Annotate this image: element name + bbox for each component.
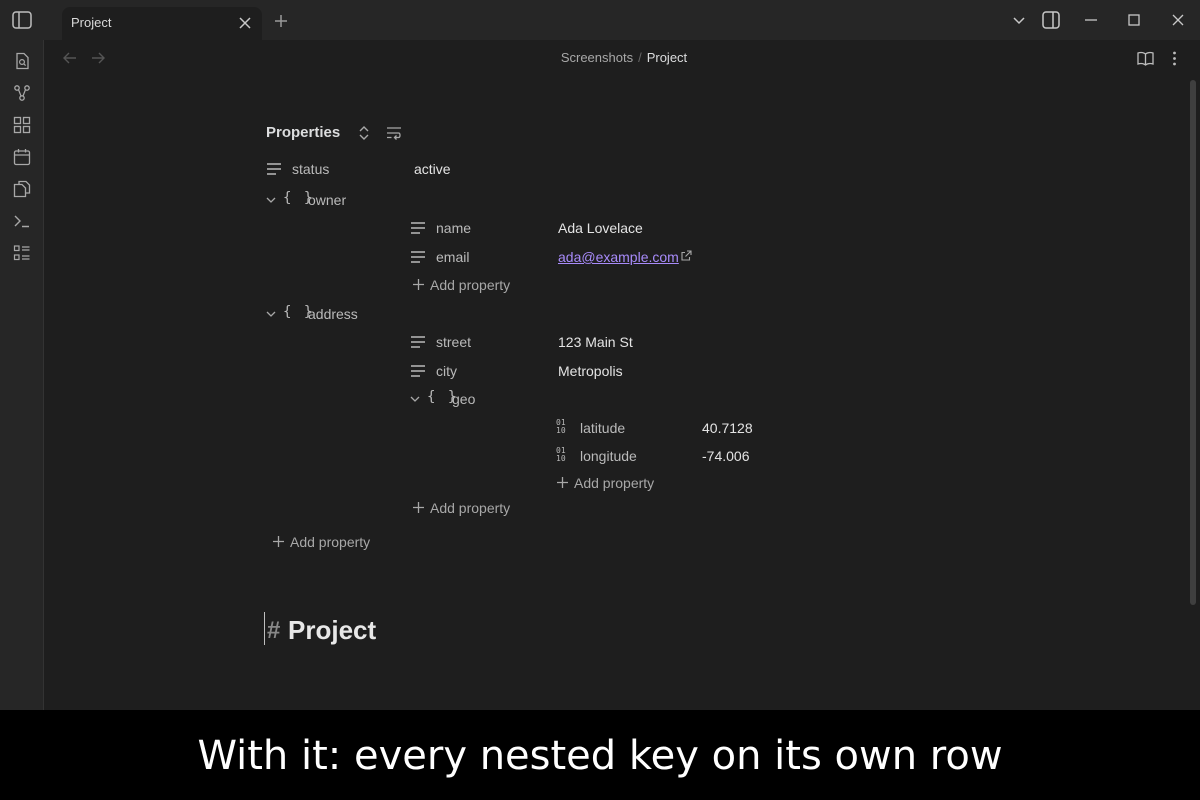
object-row-geo[interactable]: { } geo	[410, 388, 610, 410]
text-property-icon	[411, 222, 425, 234]
object-row-address[interactable]: { } address	[266, 303, 466, 325]
caption-text: With it: every nested key on its own row	[197, 733, 1003, 779]
reading-view-icon[interactable]	[1137, 50, 1154, 67]
canvas-icon[interactable]	[13, 116, 31, 134]
tab-label: Project	[71, 15, 112, 30]
tab-project[interactable]: Project	[62, 7, 262, 40]
property-key[interactable]: latitude	[580, 420, 625, 436]
calendar-icon[interactable]	[13, 148, 31, 166]
property-row-name[interactable]: name Ada Lovelace	[410, 217, 810, 239]
property-value[interactable]: Ada Lovelace	[558, 220, 643, 236]
window-close-icon[interactable]	[1170, 12, 1186, 28]
external-link-icon	[681, 250, 692, 261]
add-property-label: Add property	[290, 534, 371, 550]
scrollbar[interactable]	[1190, 80, 1196, 605]
add-property-label: Add property	[430, 500, 511, 516]
graph-view-icon[interactable]	[13, 84, 31, 102]
breadcrumb: Screenshots / Project	[0, 50, 1200, 65]
plus-icon	[413, 502, 424, 513]
property-key[interactable]: name	[436, 220, 471, 236]
property-key[interactable]: longitude	[580, 448, 637, 464]
copy-files-icon[interactable]	[13, 180, 31, 198]
object-row-owner[interactable]: { } owner	[266, 189, 466, 211]
text-property-icon	[267, 163, 281, 175]
plus-icon[interactable]	[273, 13, 289, 29]
wrap-text-icon[interactable]	[386, 125, 402, 141]
add-property-label: Add property	[430, 277, 511, 293]
property-value[interactable]: Metropolis	[558, 363, 623, 379]
add-property-button[interactable]: Add property	[412, 275, 572, 295]
property-value[interactable]: 123 Main St	[558, 334, 633, 350]
chevron-down-icon[interactable]	[410, 394, 420, 404]
add-property-button[interactable]: Add property	[412, 498, 572, 518]
title-bar: Project	[0, 0, 1200, 40]
property-key[interactable]: address	[308, 306, 358, 322]
add-property-button[interactable]: Add property	[272, 532, 432, 552]
property-key[interactable]: owner	[308, 192, 346, 208]
chevron-down-icon[interactable]	[266, 309, 276, 319]
terminal-icon[interactable]	[13, 212, 31, 230]
number-icon-bottom: 10	[556, 426, 566, 435]
property-value[interactable]: 40.7128	[702, 420, 753, 436]
left-ribbon	[0, 40, 44, 710]
text-cursor	[264, 612, 265, 645]
property-value[interactable]: -74.006	[702, 448, 749, 464]
chevron-down-icon[interactable]	[266, 195, 276, 205]
number-property-icon: 01 10	[556, 447, 570, 463]
number-property-icon: 01 10	[556, 419, 570, 435]
text-property-icon	[411, 251, 425, 263]
properties-heading[interactable]: Properties	[266, 124, 340, 141]
property-key[interactable]: status	[292, 161, 329, 177]
plus-icon	[413, 279, 424, 290]
property-row-longitude[interactable]: 01 10 longitude -74.006	[556, 445, 856, 467]
add-property-button[interactable]: Add property	[556, 473, 716, 493]
plus-icon	[273, 536, 284, 547]
more-options-icon[interactable]	[1166, 50, 1183, 67]
list-checks-icon[interactable]	[13, 244, 31, 262]
plus-icon	[557, 477, 568, 488]
property-key[interactable]: city	[436, 363, 457, 379]
close-icon[interactable]	[238, 16, 252, 30]
property-row-street[interactable]: street 123 Main St	[410, 331, 810, 353]
property-key[interactable]: street	[436, 334, 471, 350]
breadcrumb-separator: /	[638, 50, 642, 65]
text-property-icon	[411, 365, 425, 377]
property-value[interactable]: active	[414, 161, 451, 177]
text-property-icon	[411, 336, 425, 348]
property-value-email[interactable]: ada@example.com	[558, 249, 692, 265]
property-row-email[interactable]: email ada@example.com	[410, 246, 810, 268]
property-row-city[interactable]: city Metropolis	[410, 360, 810, 382]
number-icon-bottom: 10	[556, 454, 566, 463]
sort-icon[interactable]	[356, 125, 372, 141]
right-sidebar-toggle-icon[interactable]	[1042, 11, 1060, 29]
property-key[interactable]: email	[436, 249, 469, 265]
minimize-icon[interactable]	[1083, 12, 1099, 28]
caption-band: With it: every nested key on its own row	[0, 710, 1200, 800]
property-key[interactable]: geo	[452, 391, 475, 407]
heading-marker: #	[267, 617, 281, 644]
maximize-icon[interactable]	[1126, 12, 1142, 28]
add-property-label: Add property	[574, 475, 655, 491]
breadcrumb-current[interactable]: Project	[647, 50, 687, 65]
email-link[interactable]: ada@example.com	[558, 249, 679, 265]
sidebar-toggle-icon[interactable]	[12, 11, 32, 29]
property-row-status[interactable]: status active	[266, 158, 666, 180]
breadcrumb-parent[interactable]: Screenshots	[561, 50, 633, 65]
property-row-latitude[interactable]: 01 10 latitude 40.7128	[556, 417, 856, 439]
document-heading[interactable]: Project	[288, 615, 376, 646]
chevron-down-icon[interactable]	[1011, 12, 1027, 28]
